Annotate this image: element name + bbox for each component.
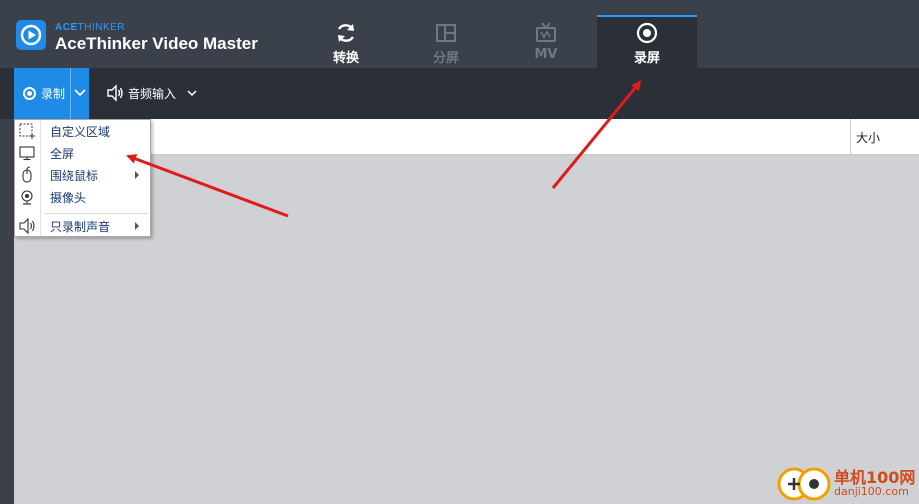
record-button[interactable]: 录制 [14,68,70,119]
tab-split-screen[interactable]: 分屏 [396,15,496,68]
tab-convert[interactable]: 转换 [296,15,396,68]
submenu-arrow-icon [135,222,139,230]
brand-wordmark: ACETHINKER [55,22,126,33]
menu-item-label: 全屏 [50,147,75,161]
column-header-size-label: 大小 [856,131,881,145]
watermark-logo-icon [777,467,831,501]
chevron-down-icon [74,89,86,97]
record-mode-menu: 自定义区域 全屏 围绕鼠标 摄像头 只录制声音 [14,119,151,237]
record-split-button: 录制 [14,68,89,119]
record-icon [636,22,658,44]
menu-item-around-mouse[interactable]: 围绕鼠标 [15,164,150,186]
speaker-icon [107,84,123,102]
split-screen-icon [436,24,456,42]
menu-divider [45,213,148,214]
mouse-icon [22,166,32,183]
audio-input-button[interactable]: 音频输入 [106,81,201,105]
menu-item-label: 围绕鼠标 [50,169,99,183]
monitor-icon [19,146,35,161]
audio-input-label: 音频输入 [128,87,177,101]
menu-item-label: 摄像头 [50,191,87,205]
refresh-icon [337,24,355,42]
app-logo-icon [16,20,46,50]
app-title: AceThinker Video Master [55,34,258,53]
tab-screen-record-label: 录屏 [633,51,660,66]
speaker-icon [19,217,35,235]
menu-item-fullscreen[interactable]: 全屏 [15,142,150,164]
chevron-down-icon [187,90,197,97]
custom-region-icon [19,123,35,139]
menu-item-custom-region[interactable]: 自定义区域 [15,120,150,142]
record-toolbar: 录制 音频输入 [0,68,919,119]
menu-item-label: 自定义区域 [50,125,111,139]
record-dot-icon [23,87,36,100]
app-header: ACETHINKER AceThinker Video Master 转换 分屏… [0,0,919,68]
column-header-size[interactable]: 大小 [850,119,919,155]
tab-screen-record[interactable]: 录屏 [597,15,697,68]
menu-item-audio-only[interactable]: 只录制声音 [15,215,150,237]
tab-split-screen-label: 分屏 [432,51,459,66]
tab-convert-label: 转换 [332,51,359,66]
record-button-label: 录制 [41,87,66,101]
tab-mv[interactable]: MV [496,15,596,68]
menu-item-label: 只录制声音 [50,220,111,234]
tab-mv-label: MV [534,47,558,62]
menu-item-webcam[interactable]: 摄像头 [15,186,150,208]
left-edge-strip [0,119,14,504]
webcam-icon [21,190,33,205]
site-watermark: 单机100网 danji100.com [770,460,919,504]
submenu-arrow-icon [135,171,139,179]
watermark-en-text: danji100.com [834,485,909,498]
record-mode-dropdown[interactable] [71,68,89,119]
tv-icon [536,22,556,42]
